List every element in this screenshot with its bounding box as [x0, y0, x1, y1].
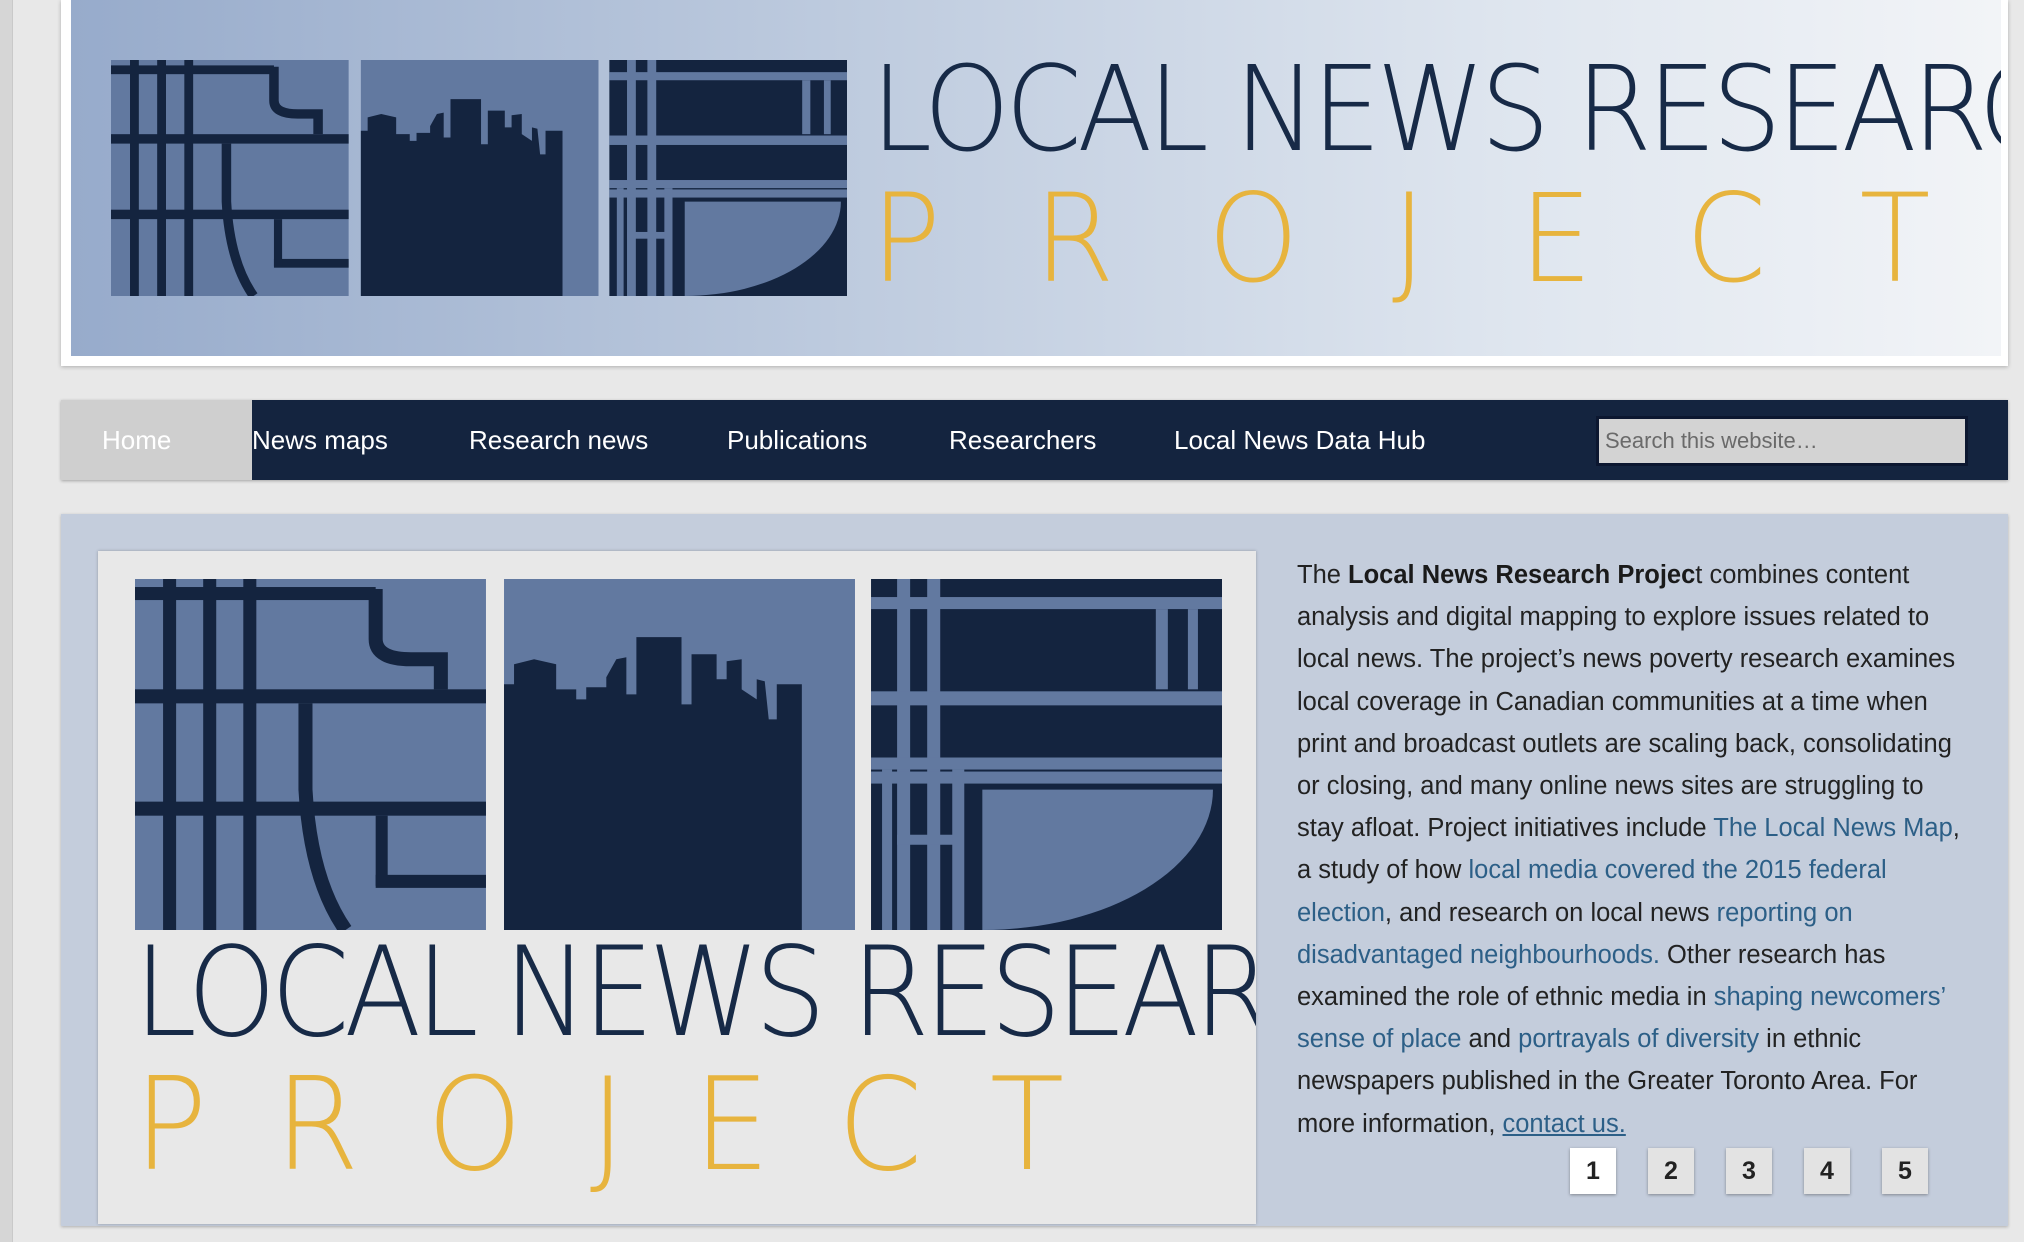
desc-text: t combines content analysis and digital … [1297, 561, 1956, 843]
featured-slider: LOCAL NEWS RESEARCH PROJECT The Local Ne… [61, 514, 2008, 1226]
site-title-line2: PROJECT [871, 168, 2001, 310]
city-grid-skyline-logo-icon [135, 579, 1222, 930]
search-input[interactable] [1596, 416, 1968, 466]
header-banner[interactable]: LOCAL NEWS RESEARCH PROJECT [71, 0, 2001, 356]
link-contact-us[interactable]: contact us. [1503, 1110, 1626, 1138]
link-local-news-map[interactable]: The Local News Map [1713, 814, 1953, 842]
slide-title-line2: PROJECT [134, 1051, 1132, 1200]
desc-text: , and research on local news [1384, 898, 1717, 927]
desc-text: and [1461, 1025, 1519, 1054]
page-button-4[interactable]: 4 [1804, 1148, 1850, 1194]
desc-text: The [1297, 561, 1349, 589]
project-description: The Local News Research Project combines… [1297, 554, 1977, 1145]
slide-image[interactable]: LOCAL NEWS RESEARCH PROJECT [98, 551, 1256, 1224]
page-edge [0, 0, 13, 1242]
page-button-1[interactable]: 1 [1570, 1148, 1616, 1194]
main-nav: Home News maps Research news Publication… [61, 400, 2008, 480]
nav-researchers[interactable]: Researchers [949, 400, 1096, 480]
page-button-3[interactable]: 3 [1726, 1148, 1772, 1194]
link-portrayals-of-diversity[interactable]: portrayals of diversity [1518, 1025, 1759, 1053]
site-title-line1: LOCAL NEWS RESEARCH [871, 40, 2001, 178]
page-button-2[interactable]: 2 [1648, 1148, 1694, 1194]
desc-project-name: Local News Research Projec [1348, 561, 1696, 589]
page-button-5[interactable]: 5 [1882, 1148, 1928, 1194]
nav-news-maps[interactable]: News maps [252, 400, 388, 480]
nav-home[interactable]: Home [61, 400, 252, 480]
city-grid-skyline-logo-icon [111, 60, 847, 296]
nav-publications[interactable]: Publications [727, 400, 867, 480]
slide-title-line1: LOCAL NEWS RESEARCH [134, 921, 1256, 1065]
nav-research-news[interactable]: Research news [469, 400, 648, 480]
nav-local-news-data-hub[interactable]: Local News Data Hub [1174, 400, 1425, 480]
site-header: LOCAL NEWS RESEARCH PROJECT [61, 0, 2008, 366]
